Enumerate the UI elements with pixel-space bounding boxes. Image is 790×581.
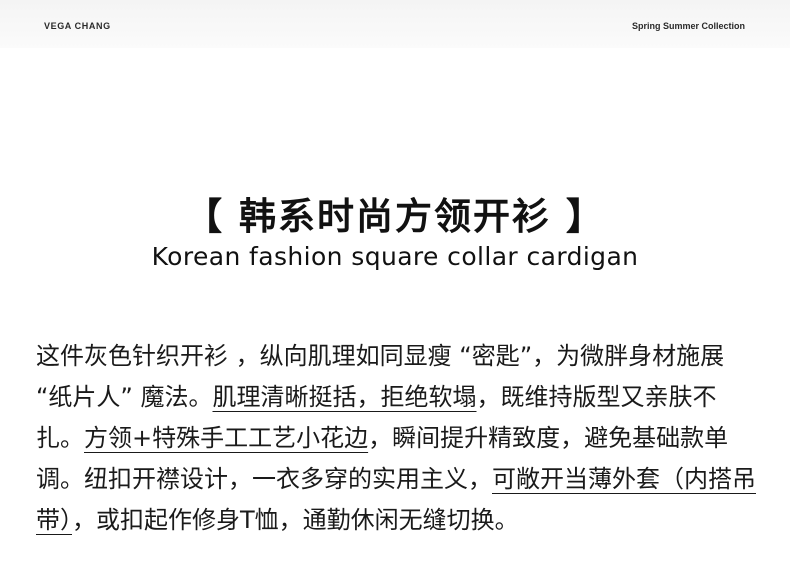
product-title: 【 韩系时尚方领开衫 】: [185, 195, 605, 238]
product-subtitle: Korean fashion square collar cardigan: [151, 242, 639, 271]
brand-name: VEGA CHANG: [44, 21, 111, 31]
highlight-collar: 方领+特殊手工工艺小花边: [84, 424, 369, 452]
description-text: ，或扣起作修身T恤，通勤休闲无缝切换。: [72, 506, 519, 534]
highlight-texture: 肌理清晰挺括，拒绝软塌: [212, 383, 477, 411]
header-band: VEGA CHANG Spring Summer Collection: [0, 0, 790, 48]
product-description: 这件灰色针织开衫 ，纵向肌理如同显瘦 “密匙”，为微胖身材施展 “纸片人” 魔法…: [36, 336, 758, 541]
collection-label: Spring Summer Collection: [631, 21, 745, 31]
